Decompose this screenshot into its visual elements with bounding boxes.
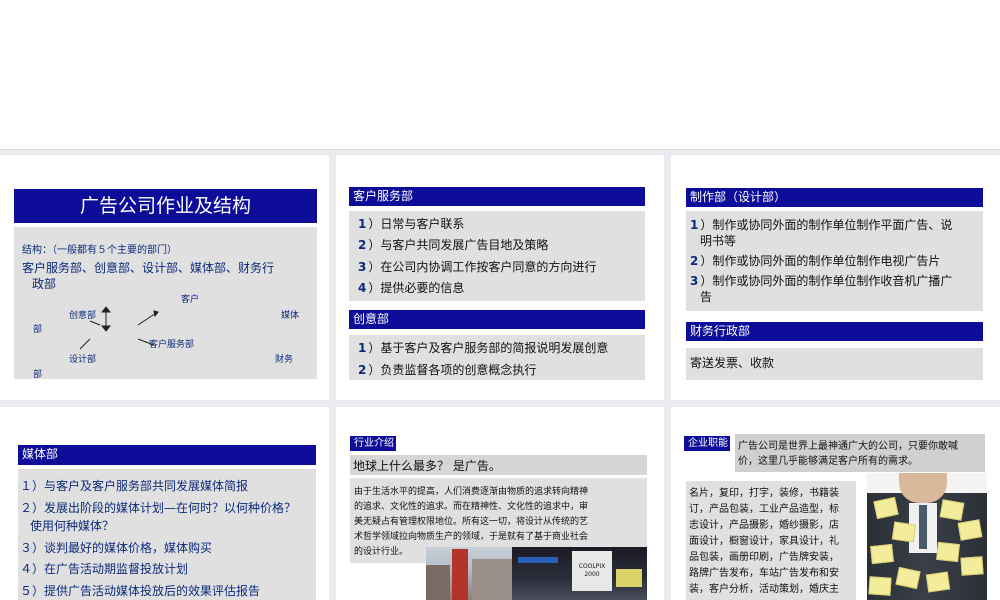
- slide-agency-structure[interactable]: 广告公司作业及结构 结构：（一般都有５个主要的部门） 客户服务部、创意部、设计部…: [0, 155, 329, 400]
- billboard-light-right: [616, 569, 642, 587]
- arrow-kehu: [137, 312, 157, 326]
- list-item: 2 ）制作或协同外面的制作单位制作电视广告片: [690, 254, 941, 268]
- tie: [919, 505, 927, 549]
- list-item: 1 ）日常与客户联系: [358, 217, 465, 231]
- billboard-light-left: [518, 557, 558, 563]
- list-item: 3 ）在公司内协调工作按客户同意的方向进行: [358, 260, 597, 274]
- billboard-photo: COOLPIX 2000: [512, 547, 647, 600]
- tag-functions: 企业职能: [684, 436, 730, 451]
- arrow-head-down: [100, 325, 112, 332]
- billboard-sign-text: COOLPIX 2000: [578, 563, 606, 578]
- sticky-note: [960, 556, 984, 576]
- body-line: 由于生活水平的提高，人们消费逐渐由物质的追求转向精神: [354, 487, 589, 497]
- services-line: 装，客户分析，活动策划，婚庆主: [689, 584, 839, 595]
- list-item: 2 ）与客户共同发展广告目地及策略: [358, 238, 549, 252]
- list-item: ２）发展出阶段的媒体计划—在何时？以何种价格？: [20, 501, 297, 515]
- body-line: 美无疑占有管理权限地位。所有这一切，将设计从传统的艺: [354, 517, 589, 527]
- list-item: 2 ）负责监督各项的创意概念执行: [358, 363, 537, 377]
- sticky-note: [957, 519, 983, 541]
- businessman-photo: [867, 473, 987, 600]
- finance-text: 寄送发票、收款: [690, 356, 775, 370]
- quote-line1: 广告公司是世界上最神通广大的公司，只要你敢喊: [738, 441, 958, 452]
- body-line: 术哲学领域拉向物质生产的领域，于是就有了基于商业社会: [354, 532, 589, 542]
- list-item: 1 ）基于客户及客户服务部的简报说明发展创意: [358, 341, 609, 355]
- billboard-sign: COOLPIX 2000: [572, 551, 612, 591]
- header-production: 制作部（设计部）: [686, 188, 983, 207]
- list-item-continued: 明书等: [700, 234, 737, 248]
- headline: 地球上什么最多？ 是广告。: [353, 459, 501, 473]
- building-sign: [452, 549, 468, 600]
- blank-slide-area: [0, 0, 1000, 150]
- arrow-head-kehu: [153, 310, 159, 318]
- header-creative: 创意部: [349, 310, 645, 329]
- slide-company-functions[interactable]: 企业职能 广告公司是世界上最神通广大的公司，只要你敢喊 价，这里几乎能够满足客户…: [671, 407, 1000, 600]
- slide-media[interactable]: 媒体部 １）与客户及客户服务部共同发展媒体简报 ２）发展出阶段的媒体计划—在何时…: [0, 407, 329, 600]
- slide-industry-intro[interactable]: 行业介绍 地球上什么最多？ 是广告。 由于生活水平的提高，人们消费逐渐由物质的追…: [336, 407, 664, 600]
- header-finance: 财务行政部: [686, 322, 983, 341]
- services-line: 志设计，产品摄影，婚纱摄影，店: [689, 520, 839, 531]
- structure-label: 结构：（一般都有５个主要的部门）: [22, 245, 177, 256]
- services-line: 路牌广告发布，车站广告发布和安: [689, 568, 839, 579]
- sticky-note: [868, 576, 892, 596]
- list-item: ４）在广告活动期监督投放计划: [20, 562, 189, 576]
- list-item: ５）提供广告活动媒体投放后的效果评估报告: [20, 584, 261, 598]
- structure-diagram-arrows: [79, 306, 159, 350]
- arrow-chuangyi: [89, 320, 101, 326]
- services-line: 面设计，橱窗设计，家具设计，礼: [689, 536, 839, 547]
- list-item-continued: 告: [700, 290, 713, 304]
- sticky-note: [936, 541, 960, 563]
- list-item: 3 ）制作或协同外面的制作单位制作收音机广播广: [690, 274, 953, 288]
- arrow-head-up: [100, 306, 112, 313]
- sticky-note: [925, 571, 951, 593]
- services-line: 品包装，画册印刷，广告牌安装，: [689, 552, 839, 563]
- list-item: 4 ）提供必要的信息: [358, 281, 465, 295]
- arrow-kehufuwu: [137, 338, 155, 346]
- body-line: 的追求、文化性的追求。而在精神性、文化性的追求中，审: [354, 502, 589, 512]
- header-media: 媒体部: [18, 445, 316, 465]
- street-photo: [426, 547, 512, 600]
- sticky-note: [870, 543, 894, 565]
- arrow-sheji: [79, 338, 91, 350]
- slide-title-bar: 广告公司作业及结构: [14, 189, 317, 223]
- header-client-service: 客户服务部: [349, 187, 645, 206]
- list-item: 1 ）制作或协同外面的制作单位制作平面广告、说: [690, 218, 953, 232]
- list-item: ３）谈判最好的媒体价格，媒体购买: [20, 541, 213, 555]
- departments-line1: 客户服务部、创意部、设计部、媒体部、财务行: [22, 261, 275, 275]
- building-right: [472, 559, 512, 600]
- departments-line2: 政部: [32, 277, 57, 291]
- list-item: １）与客户及客户服务部共同发展媒体简报: [20, 479, 249, 493]
- quote-line2: 价，这里几乎能够满足客户所有的需求。: [738, 456, 918, 467]
- slide-production[interactable]: 制作部（设计部） 1 ）制作或协同外面的制作单位制作平面广告、说 明书等 2 ）制作…: [671, 155, 1000, 400]
- slide-title: 广告公司作业及结构: [79, 195, 251, 217]
- services-line: 名片，复印，打字，装修，书籍装: [689, 488, 839, 499]
- list-item-continued: 使用何种媒体？: [30, 519, 115, 533]
- building-left: [426, 565, 450, 600]
- sticky-note: [891, 521, 917, 543]
- services-line: 订，产品包装，工业产品造型，标: [689, 504, 839, 515]
- tag-industry: 行业介绍: [350, 436, 396, 451]
- slide-client-service[interactable]: 客户服务部 1 ）日常与客户联系 2 ）与客户共同发展广告目地及策略 3 ）在公司内协…: [336, 155, 664, 400]
- body-line: 的设计行业。: [354, 547, 409, 557]
- sticky-note: [939, 499, 965, 521]
